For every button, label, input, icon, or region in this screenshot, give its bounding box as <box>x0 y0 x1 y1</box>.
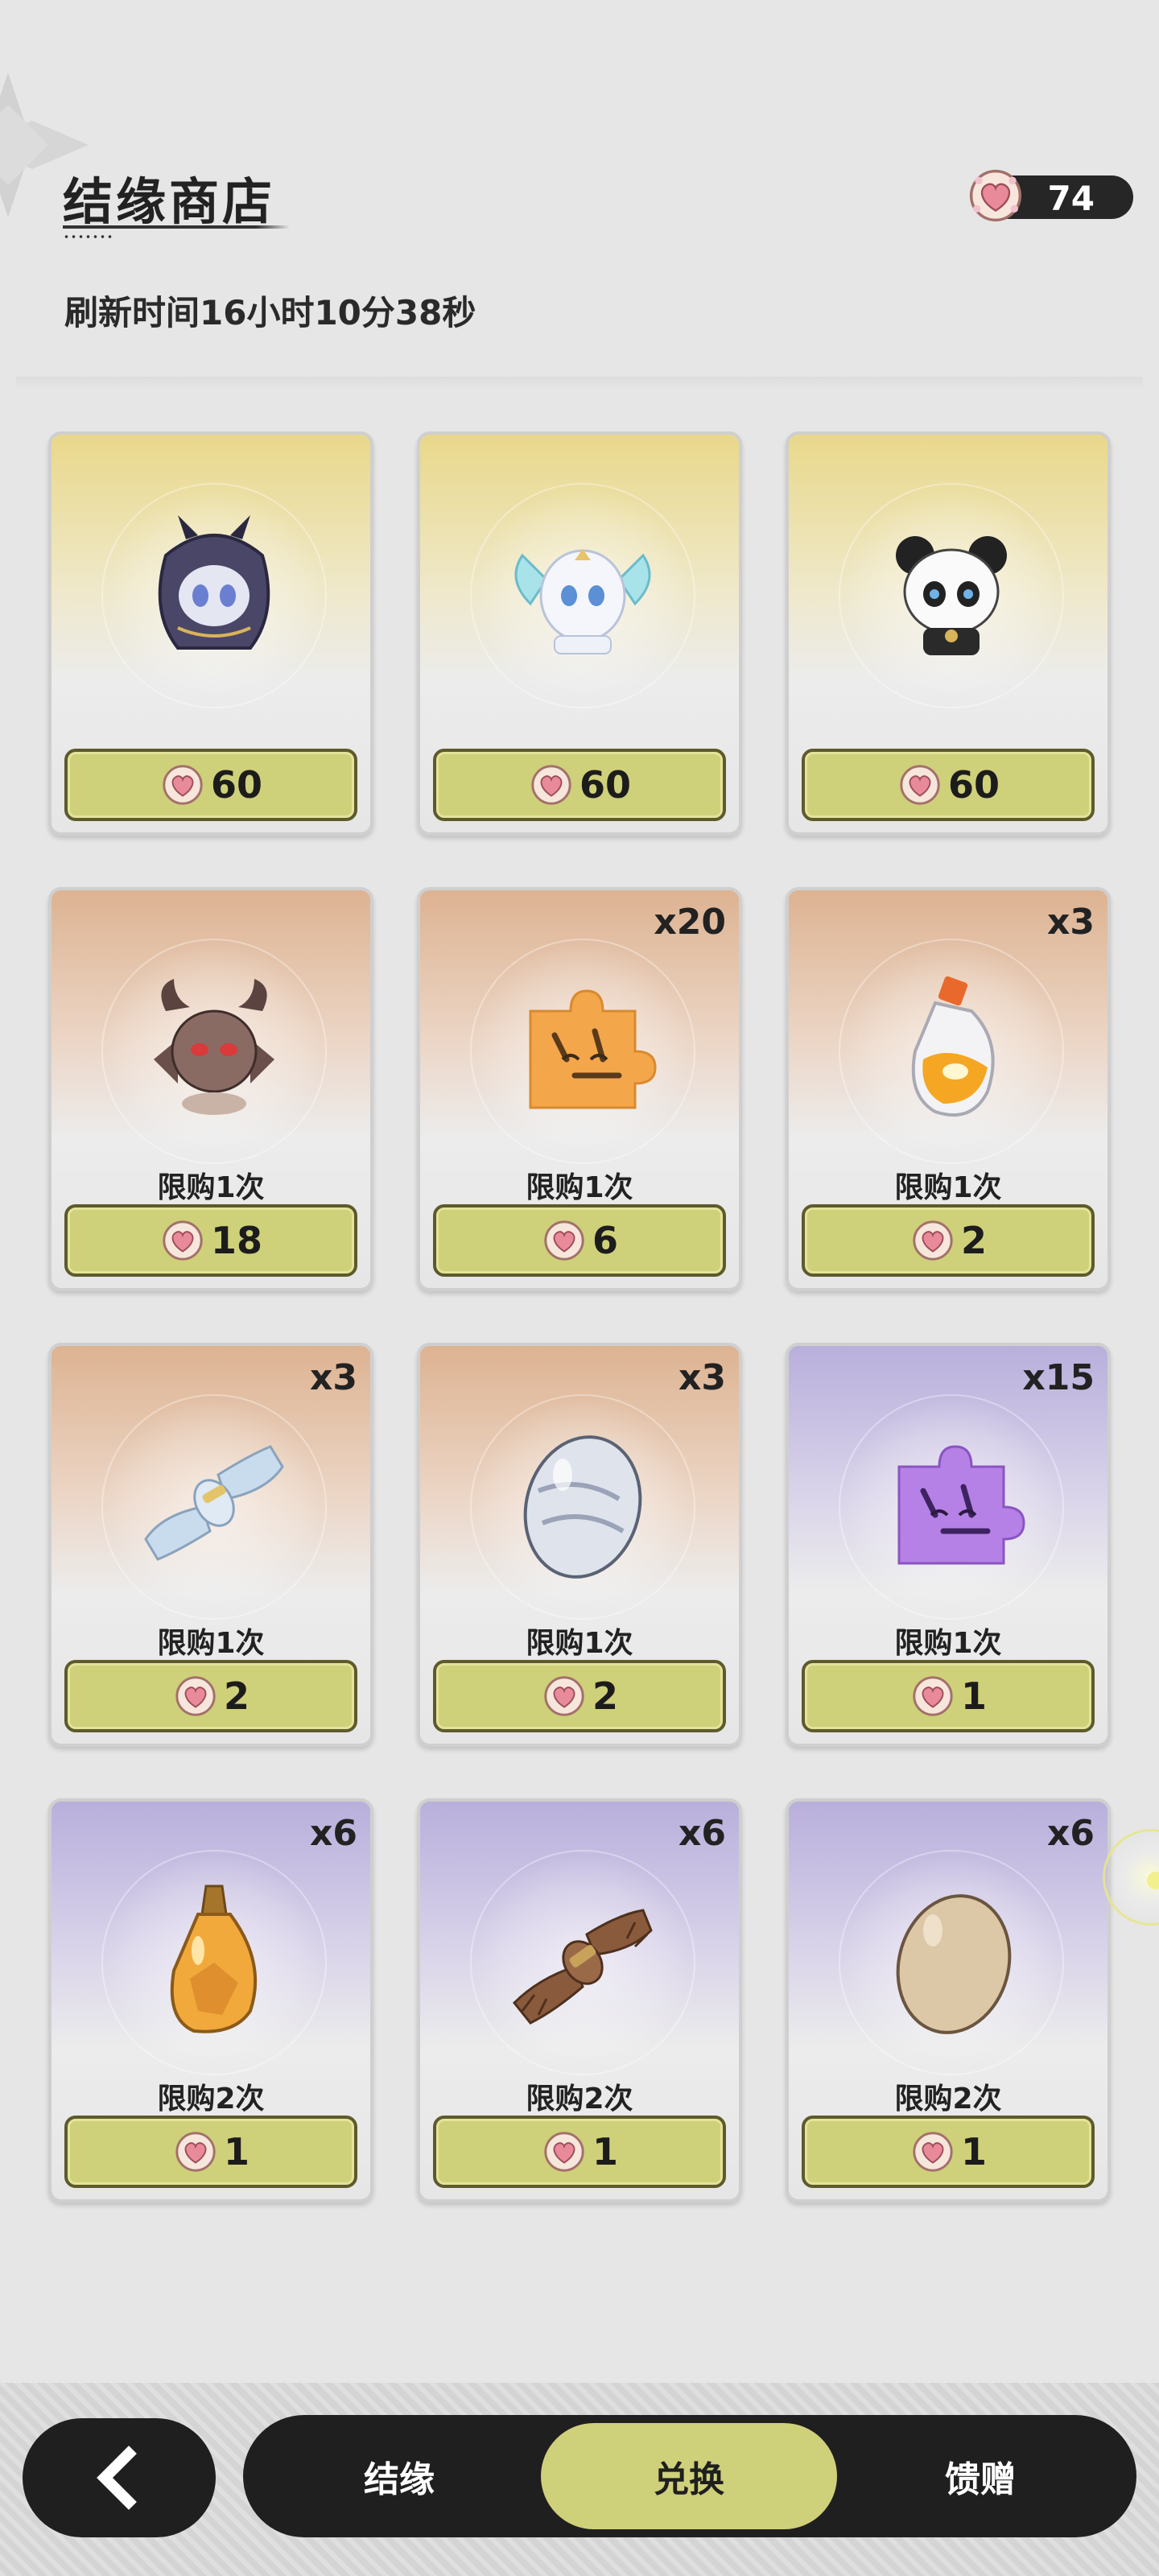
currency-count: 74 <box>1047 179 1095 218</box>
purchase-limit: 限购2次 <box>157 2083 265 2116</box>
price-button[interactable]: 60 <box>802 749 1095 821</box>
silver-scroll-icon <box>144 1445 284 1561</box>
amber-potion-icon <box>170 1885 258 2033</box>
shop-item-card[interactable]: x20 限购1次 6 <box>417 887 742 1291</box>
chevron-left-icon <box>97 2446 137 2510</box>
header-divider <box>16 377 1143 390</box>
beige-egg-icon <box>896 1894 1012 2034</box>
price-value: 2 <box>223 1674 250 1718</box>
purchase-limit: 限购1次 <box>157 1627 265 1660</box>
floating-orb-button[interactable] <box>1103 1829 1159 1926</box>
heart-gem-icon <box>900 765 940 805</box>
heart-gem-icon <box>544 1220 584 1261</box>
heart-gem-icon <box>969 169 1022 222</box>
shop-item-card[interactable]: 60 <box>786 431 1111 836</box>
item-quantity: x6 <box>310 1813 357 1854</box>
tab-affinity[interactable]: 结缘 <box>251 2423 547 2529</box>
shop-item-card[interactable]: x6 限购2次 1 <box>48 1798 373 2202</box>
heart-gem-icon <box>175 2132 216 2172</box>
heart-gem-icon <box>163 1220 203 1261</box>
item-quantity: x20 <box>654 902 726 943</box>
page-title: 结缘商店 <box>63 172 276 231</box>
tiger-puzzle-piece-icon <box>529 989 657 1109</box>
price-button[interactable]: 2 <box>64 1660 357 1732</box>
white-winged-pet-icon <box>514 549 651 654</box>
heart-gem-icon <box>913 1676 953 1716</box>
price-button[interactable]: 1 <box>64 2116 357 2188</box>
price-value: 60 <box>210 763 262 807</box>
shop-item-card[interactable]: x3 限购1次 2 <box>48 1343 373 1747</box>
shop-item-card[interactable]: 60 <box>417 431 742 836</box>
heart-gem-icon <box>544 2132 584 2172</box>
brown-bundle-icon <box>512 1909 653 2025</box>
price-value: 60 <box>579 763 631 807</box>
item-quantity: x3 <box>678 1357 726 1398</box>
item-quantity: x15 <box>1022 1357 1095 1398</box>
title-dots <box>63 235 114 238</box>
heart-gem-icon <box>913 1220 953 1261</box>
bottom-tab-bar: 结缘 兑换 馈赠 <box>243 2415 1136 2537</box>
title-underline <box>63 225 290 229</box>
price-value: 2 <box>592 1674 618 1718</box>
purchase-limit: 限购1次 <box>157 1171 265 1204</box>
shop-item-card[interactable]: 60 <box>48 431 373 836</box>
price-button[interactable]: 60 <box>433 749 726 821</box>
shop-item-card[interactable]: x15 限购1次 1 <box>786 1343 1111 1747</box>
shop-item-card[interactable]: x3 限购1次 2 <box>786 887 1111 1291</box>
currency-balance[interactable]: 74 <box>969 169 1133 222</box>
price-button[interactable]: 18 <box>64 1204 357 1277</box>
orange-potion-icon <box>911 976 995 1117</box>
price-button[interactable]: 2 <box>433 1660 726 1732</box>
purchase-limit: 限购1次 <box>526 1627 633 1660</box>
orb-dot-icon <box>1147 1872 1159 1889</box>
purple-puzzle-piece-icon <box>897 1445 1025 1565</box>
heart-gem-icon <box>175 1676 216 1716</box>
silver-egg-icon <box>523 1435 642 1579</box>
heart-gem-icon <box>163 765 203 805</box>
shop-header: 结缘商店 刷新时间16小时10分38秒 74 <box>0 0 1159 390</box>
price-value: 6 <box>592 1219 618 1262</box>
heart-gem-icon <box>544 1676 584 1716</box>
shop-item-card[interactable]: x6 限购2次 1 <box>417 1798 742 2202</box>
item-quantity: x3 <box>1047 902 1095 943</box>
tab-exchange[interactable]: 兑换 <box>541 2423 837 2529</box>
back-button[interactable] <box>23 2418 216 2537</box>
price-button[interactable]: 6 <box>433 1204 726 1277</box>
price-value: 1 <box>592 2130 618 2174</box>
shop-item-card[interactable]: 限购1次 18 <box>48 887 373 1291</box>
price-value: 60 <box>947 763 1000 807</box>
price-button[interactable]: 60 <box>64 749 357 821</box>
heart-gem-icon <box>913 2132 953 2172</box>
dark-horned-pet-icon <box>158 515 270 650</box>
brown-horned-pet-icon <box>154 979 274 1115</box>
purchase-limit: 限购1次 <box>894 1171 1002 1204</box>
price-value: 2 <box>960 1219 987 1262</box>
refresh-timer: 刷新时间16小时10分38秒 <box>64 293 476 332</box>
item-quantity: x6 <box>678 1813 726 1854</box>
price-value: 18 <box>210 1219 262 1262</box>
heart-gem-icon <box>531 765 571 805</box>
item-quantity: x6 <box>1047 1813 1095 1854</box>
item-quantity: x3 <box>310 1357 357 1398</box>
purchase-limit: 限购1次 <box>894 1627 1002 1660</box>
price-value: 1 <box>223 2130 250 2174</box>
purchase-limit: 限购2次 <box>526 2083 633 2116</box>
price-button[interactable]: 1 <box>802 2116 1095 2188</box>
price-value: 1 <box>960 1674 987 1718</box>
price-value: 1 <box>960 2130 987 2174</box>
shop-item-card[interactable]: x3 限购1次 2 <box>417 1343 742 1747</box>
tab-gift[interactable]: 馈赠 <box>832 2423 1128 2529</box>
purchase-limit: 限购2次 <box>894 2083 1002 2116</box>
panda-pet-icon <box>896 536 1007 655</box>
shop-item-card[interactable]: x6 限购2次 1 <box>786 1798 1111 2202</box>
price-button[interactable]: 1 <box>802 1660 1095 1732</box>
price-button[interactable]: 1 <box>433 2116 726 2188</box>
price-button[interactable]: 2 <box>802 1204 1095 1277</box>
purchase-limit: 限购1次 <box>526 1171 633 1204</box>
